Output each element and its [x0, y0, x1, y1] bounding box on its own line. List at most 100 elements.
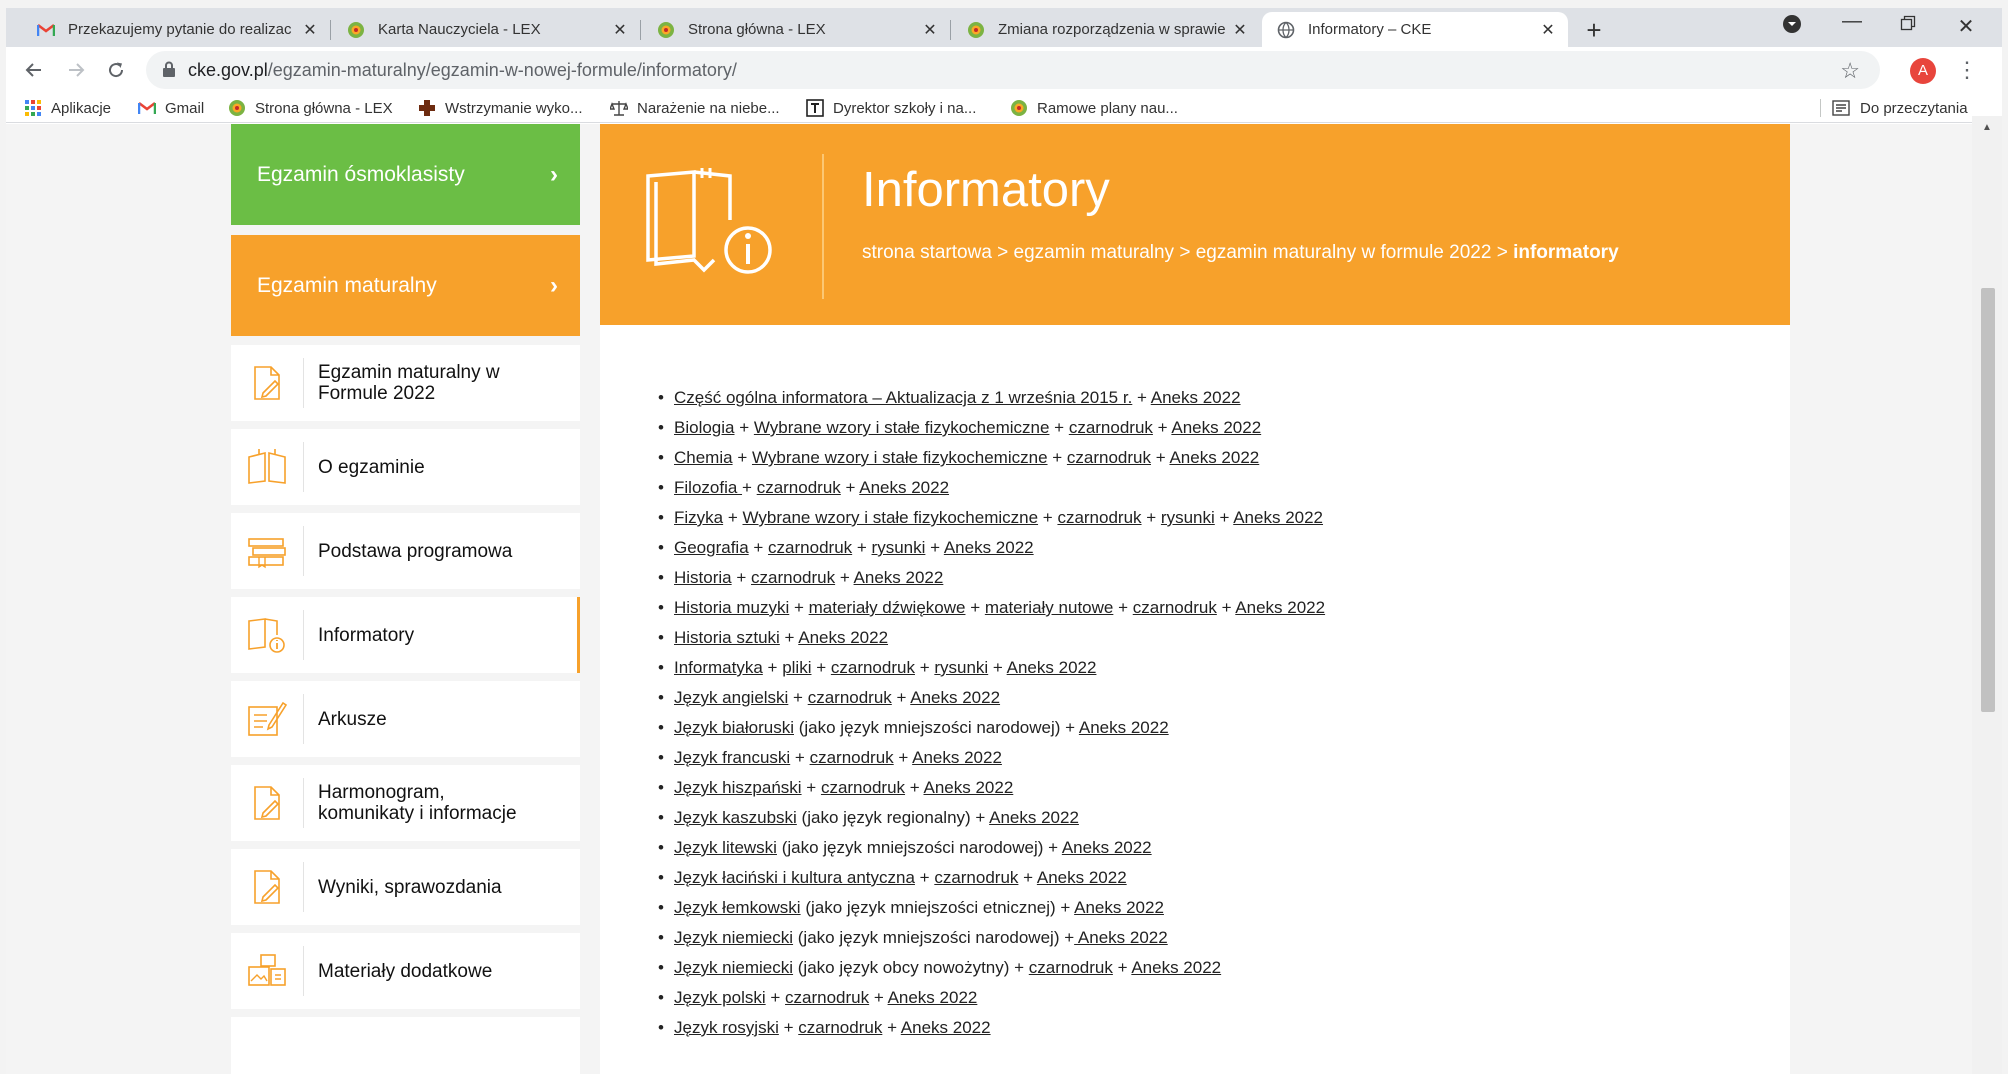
sidebar-item-arkusze[interactable]: Arkusze — [231, 681, 580, 757]
informator-link[interactable]: Język angielski — [674, 688, 788, 707]
informator-link[interactable]: Aneks 2022 — [1235, 598, 1325, 617]
informator-link[interactable]: rysunki — [934, 658, 988, 677]
bookmark-strona-glowna-lex[interactable]: Strona główna - LEX — [228, 97, 393, 119]
informator-link[interactable]: czarnodruk — [810, 748, 894, 767]
reading-list-button[interactable]: Do przeczytania — [1820, 97, 1968, 119]
informator-link[interactable]: Wybrane wzory i stałe fizykochemiczne — [754, 418, 1050, 437]
informator-link[interactable]: czarnodruk — [768, 538, 852, 557]
informator-link[interactable]: Aneks 2022 — [1233, 508, 1323, 527]
informator-link[interactable]: Język francuski — [674, 748, 790, 767]
sidebar-egzamin-osmoklasisty[interactable]: Egzamin ósmoklasisty › — [231, 124, 580, 225]
informator-link[interactable]: czarnodruk — [1029, 958, 1113, 977]
sidebar-item-wyniki[interactable]: Wyniki, sprawozdania — [231, 849, 580, 925]
bookmark-wstrzymanie[interactable]: Wstrzymanie wyko... — [418, 97, 583, 119]
sidebar-item-podstawa-programowa[interactable]: Podstawa programowa — [231, 513, 580, 589]
avatar[interactable]: A — [1910, 58, 1936, 84]
scrollbar[interactable]: ▲ — [1972, 116, 2002, 1074]
tab-strona-glowna[interactable]: Strona główna - LEX ✕ — [642, 12, 951, 47]
sidebar-egzamin-maturalny[interactable]: Egzamin maturalny › — [231, 235, 580, 336]
informator-link[interactable]: czarnodruk — [831, 658, 915, 677]
informator-link[interactable]: Część ogólna informatora – Aktualizacja … — [674, 388, 1132, 407]
informator-link[interactable]: Chemia — [674, 448, 733, 467]
back-button[interactable] — [20, 56, 48, 84]
bookmark-dyrektor[interactable]: Dyrektor szkoły i na... — [806, 97, 976, 119]
informator-link[interactable]: Aneks 2022 — [1007, 658, 1097, 677]
tab-gmail[interactable]: Przekazujemy pytanie do realizac ✕ — [22, 12, 331, 47]
informator-link[interactable]: Język hiszpański — [674, 778, 802, 797]
informator-link[interactable]: Język niemiecki — [674, 958, 793, 977]
sidebar-item-harmonogram[interactable]: Harmonogram, komunikaty i informacje — [231, 765, 580, 841]
informator-link[interactable]: Informatyka — [674, 658, 763, 677]
informator-link[interactable]: czarnodruk — [1057, 508, 1141, 527]
informator-link[interactable]: materiały dźwiękowe — [809, 598, 966, 617]
informator-link[interactable]: Aneks 2022 — [854, 568, 944, 587]
tab-search-button[interactable] — [1772, 14, 1812, 40]
informator-link[interactable]: Fizyka — [674, 508, 723, 527]
informator-link[interactable]: Aneks 2022 — [910, 688, 1000, 707]
informator-link[interactable]: Aneks 2022 — [1074, 898, 1164, 917]
informator-link[interactable]: Wybrane wzory i stałe fizykochemiczne — [743, 508, 1039, 527]
tab-karta-nauczyciela[interactable]: Karta Nauczyciela - LEX ✕ — [332, 12, 641, 47]
informator-link[interactable]: Filozofia — [674, 478, 742, 497]
informator-link[interactable]: Język łaciński i kultura antyczna — [674, 868, 915, 887]
informator-link[interactable]: Język polski — [674, 988, 766, 1007]
informator-link[interactable]: Aneks 2022 — [912, 748, 1002, 767]
informator-link[interactable]: Biologia — [674, 418, 735, 437]
informator-link[interactable]: Historia sztuki — [674, 628, 780, 647]
informator-link[interactable]: rysunki — [1161, 508, 1215, 527]
informator-link[interactable]: Język litewski — [674, 838, 777, 857]
informator-link[interactable]: czarnodruk — [1069, 418, 1153, 437]
bookmark-aplikacje[interactable]: Aplikacje — [24, 97, 111, 119]
informator-link[interactable]: Aneks 2022 — [923, 778, 1013, 797]
informator-link[interactable]: pliki — [782, 658, 811, 677]
informator-link[interactable]: Język kaszubski — [674, 808, 797, 827]
bookmark-gmail[interactable]: Gmail — [138, 97, 204, 119]
close-icon[interactable]: ✕ — [920, 20, 940, 40]
tab-zmiana-rozporzadzenia[interactable]: Zmiana rozporządzenia w sprawie ✕ — [952, 12, 1260, 47]
informator-link[interactable]: Aneks 2022 — [989, 808, 1079, 827]
informator-link[interactable]: Aneks 2022 — [888, 988, 978, 1007]
informator-link[interactable]: czarnodruk — [757, 478, 841, 497]
sidebar-item-formula-2022[interactable]: Egzamin maturalny w Formule 2022 — [231, 345, 580, 421]
informator-link[interactable]: Język rosyjski — [674, 1018, 779, 1037]
bookmark-ramowe-plany[interactable]: Ramowe plany nau... — [1010, 97, 1178, 119]
informator-link[interactable]: czarnodruk — [934, 868, 1018, 887]
informator-link[interactable]: Język białoruski — [674, 718, 794, 737]
tab-informatory-cke[interactable]: Informatory – CKE ✕ — [1262, 12, 1568, 47]
informator-link[interactable]: czarnodruk — [785, 988, 869, 1007]
sidebar-item-informatory[interactable]: Informatory — [231, 597, 580, 673]
informator-link[interactable]: rysunki — [872, 538, 926, 557]
informator-link[interactable]: Aneks 2022 — [1171, 418, 1261, 437]
informator-link[interactable]: czarnodruk — [798, 1018, 882, 1037]
informator-link[interactable]: Aneks 2022 — [1062, 838, 1152, 857]
close-icon[interactable]: ✕ — [300, 20, 320, 40]
informator-link[interactable]: materiały nutowe — [985, 598, 1114, 617]
restore-button[interactable] — [1888, 14, 1928, 37]
informator-link[interactable]: Aneks 2022 — [798, 628, 888, 647]
informator-link[interactable]: Aneks 2022 — [859, 478, 949, 497]
star-icon[interactable]: ☆ — [1840, 58, 1860, 84]
informator-link[interactable]: Aneks 2022 — [1151, 388, 1241, 407]
informator-link[interactable]: Aneks 2022 — [901, 1018, 991, 1037]
informator-link[interactable]: czarnodruk — [751, 568, 835, 587]
informator-link[interactable]: czarnodruk — [821, 778, 905, 797]
menu-kebab-icon[interactable]: ⋮ — [1956, 56, 1978, 84]
informator-link[interactable]: Historia muzyki — [674, 598, 789, 617]
informator-link[interactable]: czarnodruk — [1133, 598, 1217, 617]
informator-link[interactable]: Aneks 2022 — [1037, 868, 1127, 887]
close-icon[interactable]: ✕ — [1230, 20, 1250, 40]
sidebar-item-o-egzaminie[interactable]: O egzaminie — [231, 429, 580, 505]
breadcrumb-links[interactable]: strona startowa > egzamin maturalny > eg… — [862, 242, 1513, 263]
informator-link[interactable]: Aneks 2022 — [1169, 448, 1259, 467]
new-tab-button[interactable]: + — [1580, 17, 1608, 43]
informator-link[interactable]: Wybrane wzory i stałe fizykochemiczne — [752, 448, 1048, 467]
bookmark-narazenie[interactable]: Narażenie na niebe... — [610, 97, 780, 119]
informator-link[interactable]: Aneks 2022 — [1131, 958, 1221, 977]
informator-link[interactable]: Aneks 2022 — [1079, 718, 1169, 737]
informator-link[interactable]: Język łemkowski — [674, 898, 801, 917]
scrollbar-thumb[interactable] — [1981, 288, 1995, 712]
informator-link[interactable]: Język niemiecki — [674, 928, 793, 947]
address-bar[interactable]: cke.gov.pl/egzamin-maturalny/egzamin-w-n… — [146, 51, 1880, 89]
informator-link[interactable]: Geografia — [674, 538, 749, 557]
reload-button[interactable] — [102, 56, 130, 84]
